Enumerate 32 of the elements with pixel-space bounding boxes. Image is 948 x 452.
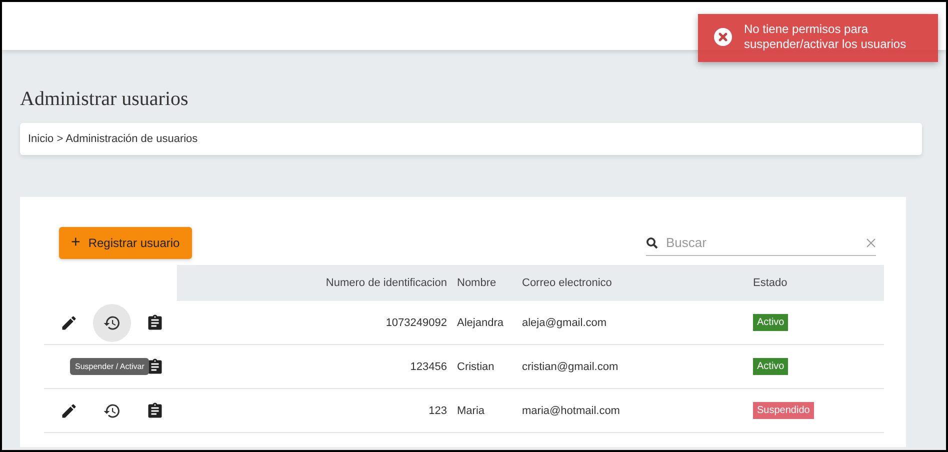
page-title: Administrar usuarios (20, 88, 190, 111)
status-badge: Suspendido (753, 402, 814, 419)
table-cell: cristian@gmail.com (518, 344, 713, 388)
column-header: Nombre (453, 265, 518, 301)
clipboard-icon (146, 314, 164, 332)
history-icon (103, 402, 121, 420)
search-icon (646, 236, 658, 248)
clear-icon[interactable] (866, 238, 876, 248)
register-user-button[interactable]: + Registrar usuario (59, 227, 192, 259)
table-cell: Alejandra (453, 301, 518, 344)
table-cell: Maria (453, 388, 518, 432)
toast-message: No tiene permisos para suspender/activar los usuarios (744, 22, 908, 52)
status-badge: Activo (753, 358, 788, 375)
table-cell: Cristian (453, 344, 518, 388)
column-header: Numero de identificacion (177, 265, 453, 301)
table-cell: 1073249092 (177, 301, 453, 344)
status-badge: Activo (753, 314, 788, 331)
history-icon (103, 314, 121, 332)
clipboard-icon (146, 358, 164, 376)
table-cell: 123456 (177, 344, 453, 388)
history-button[interactable] (93, 304, 131, 342)
table-cell: maria@hotmail.com (518, 388, 713, 432)
column-header: Correo electronico (518, 265, 713, 301)
clipboard-icon (146, 402, 164, 420)
pencil-icon (60, 314, 78, 332)
tooltip: Suspender / Activar (70, 358, 150, 374)
error-icon (714, 28, 732, 46)
pencil-icon (60, 402, 78, 420)
column-header: Estado (713, 265, 884, 301)
table-cell: aleja@gmail.com (518, 301, 713, 344)
breadcrumb[interactable]: Inicio > Administración de usuarios (20, 123, 922, 155)
table-cell: 123 (177, 388, 453, 432)
